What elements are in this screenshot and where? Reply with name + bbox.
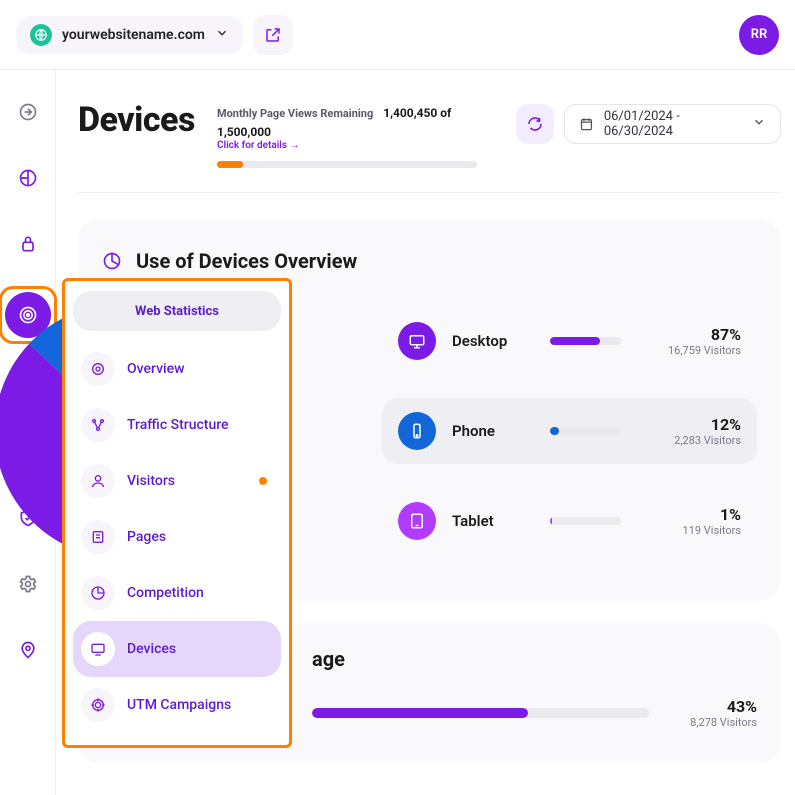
refresh-button[interactable] [516,104,554,144]
flyout-item-label: Competition [127,585,204,601]
flyout-header: Web Statistics [73,291,281,331]
divider [78,192,781,193]
phone-icon [398,412,436,450]
visitors-icon [81,464,115,498]
flyout-item-devices[interactable]: Devices [73,621,281,677]
open-external-button[interactable] [253,15,293,55]
web-statistics-flyout: Web Statistics Overview Traffic Structur… [62,278,292,748]
site-selector[interactable]: yourwebsitename.com [16,16,243,54]
flyout-item-label: Overview [127,361,184,377]
flyout-item-visitors[interactable]: Visitors [73,453,281,509]
card-title-partial: age [312,647,757,671]
device-row-phone[interactable]: Phone 12% 2,283 Visitors [382,398,757,464]
quota-details-link[interactable]: Click for details → [217,140,494,151]
globe-icon [30,24,52,46]
device-label: Tablet [452,512,522,530]
flyout-item-label: Visitors [127,473,175,489]
os-bar [312,708,649,718]
utm-icon [81,688,115,722]
tablet-icon [398,502,436,540]
device-label: Phone [452,422,522,440]
device-row-tablet[interactable]: Tablet 1% 119 Visitors [382,488,757,554]
device-bar [550,427,621,435]
quota-progress [217,161,477,168]
device-pct: 87% [649,325,741,344]
flyout-item-competition[interactable]: Competition [73,565,281,621]
devices-icon [81,632,115,666]
page-title: Devices [78,100,195,140]
flyout-item-label: UTM Campaigns [127,697,231,713]
device-pct: 12% [649,415,741,434]
rail-settings-icon[interactable] [10,566,46,602]
flyout-item-label: Devices [127,641,176,657]
pages-icon [81,520,115,554]
card-title: Use of Devices Overview [136,249,357,273]
flyout-item-pages[interactable]: Pages [73,509,281,565]
avatar[interactable]: RR [739,15,779,55]
rail-location-icon[interactable] [10,632,46,668]
rail-logout-icon[interactable] [10,94,46,130]
device-row-desktop[interactable]: Desktop 87% 16,759 Visitors [382,308,757,374]
flyout-item-label: Pages [127,529,166,545]
flyout-item-utm-campaigns[interactable]: UTM Campaigns [73,677,281,733]
device-bar [550,337,621,345]
flyout-item-traffic-structure[interactable]: Traffic Structure [73,397,281,453]
os-pct: 43% [665,697,757,716]
chevron-down-icon [752,115,766,133]
device-visitors: 119 Visitors [649,524,741,537]
competition-icon [81,576,115,610]
os-visitors: 8,278 Visitors [665,716,757,729]
desktop-icon [398,322,436,360]
notification-dot [259,477,267,485]
quota-label: Monthly Page Views Remaining [217,107,373,120]
device-bar [550,517,621,525]
device-visitors: 16,759 Visitors [649,344,741,357]
rail-dashboard-icon[interactable] [10,160,46,196]
topbar: yourwebsitename.com RR [0,0,795,70]
overview-icon [81,352,115,386]
rail-lock-icon[interactable] [10,226,46,262]
daterange-text: 06/01/2024 - 06/30/2024 [604,109,742,139]
traffic-icon [81,408,115,442]
quota-block: Monthly Page Views Remaining 1,400,450 o… [217,102,494,168]
flyout-item-label: Traffic Structure [127,417,229,433]
site-domain: yourwebsitename.com [62,27,205,43]
device-label: Desktop [452,332,522,350]
daterange-picker[interactable]: 06/01/2024 - 06/30/2024 [564,104,781,144]
page-header: Devices Monthly Page Views Remaining 1,4… [78,100,781,168]
device-pct: 1% [649,505,741,524]
flyout-item-overview[interactable]: Overview [73,341,281,397]
device-visitors: 2,283 Visitors [649,434,741,447]
pie-icon [102,251,122,271]
chevron-down-icon [215,25,229,44]
